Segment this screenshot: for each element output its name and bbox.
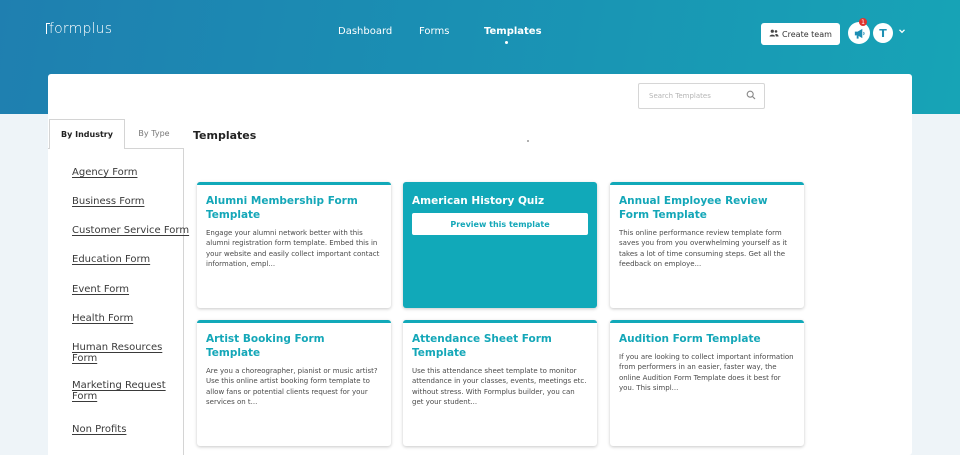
create-team-button[interactable]: Create team: [761, 23, 840, 45]
chevron-down-icon[interactable]: [898, 27, 906, 35]
category-event-form[interactable]: Event Form: [72, 284, 129, 295]
template-title: Audition Form Template: [619, 333, 761, 345]
category-non-profits[interactable]: Non Profits: [72, 424, 126, 435]
user-avatar[interactable]: T: [873, 23, 893, 43]
tab-by-industry[interactable]: By Industry: [49, 119, 125, 149]
template-description: Use this attendance sheet template to mo…: [412, 367, 587, 406]
notification-badge: 1: [859, 18, 867, 26]
megaphone-icon: [854, 28, 865, 39]
template-description: This online performance review template …: [619, 229, 788, 268]
template-description: If you are looking to collect important …: [619, 353, 794, 392]
users-icon: [769, 29, 779, 39]
template-description: Engage your alumni network better with t…: [206, 229, 380, 268]
template-card[interactable]: Audition Form Template If you are lookin…: [610, 320, 804, 446]
nav-templates[interactable]: Templates: [484, 26, 542, 37]
preview-template-button[interactable]: Preview this template: [412, 213, 588, 235]
formplus-logo[interactable]: formplus: [46, 21, 112, 37]
nav-forms[interactable]: Forms: [419, 26, 449, 37]
template-card-hovered[interactable]: American History Quiz Preview this templ…: [403, 182, 597, 308]
page-title: Templates: [193, 129, 257, 142]
template-description: Are you a choreographer, pianist or musi…: [206, 367, 378, 406]
logo-text: formplus: [49, 21, 113, 37]
template-title: Artist Booking Form Template: [206, 333, 325, 359]
category-health-form[interactable]: Health Form: [72, 313, 133, 324]
decorative-dot: [527, 140, 529, 142]
tab-by-type[interactable]: By Type: [125, 119, 183, 148]
category-customer-service-form[interactable]: Customer Service Form: [72, 225, 190, 236]
category-education-form[interactable]: Education Form: [72, 254, 150, 265]
create-team-label: Create team: [782, 29, 832, 39]
category-marketing-request-form[interactable]: Marketing Request Form: [72, 380, 178, 402]
category-agency-form[interactable]: Agency Form: [72, 167, 137, 178]
template-title: American History Quiz: [412, 195, 545, 207]
notifications-button[interactable]: [848, 22, 870, 44]
search-input[interactable]: [649, 92, 739, 100]
template-title: Annual Employee Review Form Template: [619, 195, 768, 221]
category-sidebar: [48, 148, 184, 455]
template-card[interactable]: Artist Booking Form Template Are you a c…: [197, 320, 391, 446]
template-card[interactable]: Annual Employee Review Form Template Thi…: [610, 182, 804, 308]
template-card[interactable]: Attendance Sheet Form Template Use this …: [403, 320, 597, 446]
active-nav-indicator: [505, 41, 508, 44]
template-title: Attendance Sheet Form Template: [412, 333, 552, 359]
template-title: Alumni Membership Form Template: [206, 195, 358, 221]
search-icon[interactable]: [746, 90, 756, 100]
category-human-resources-form[interactable]: Human Resources Form: [72, 342, 178, 364]
category-business-form[interactable]: Business Form: [72, 196, 144, 207]
template-card[interactable]: Alumni Membership Form Template Engage y…: [197, 182, 391, 308]
nav-dashboard[interactable]: Dashboard: [338, 26, 392, 37]
search-box[interactable]: [638, 83, 765, 109]
